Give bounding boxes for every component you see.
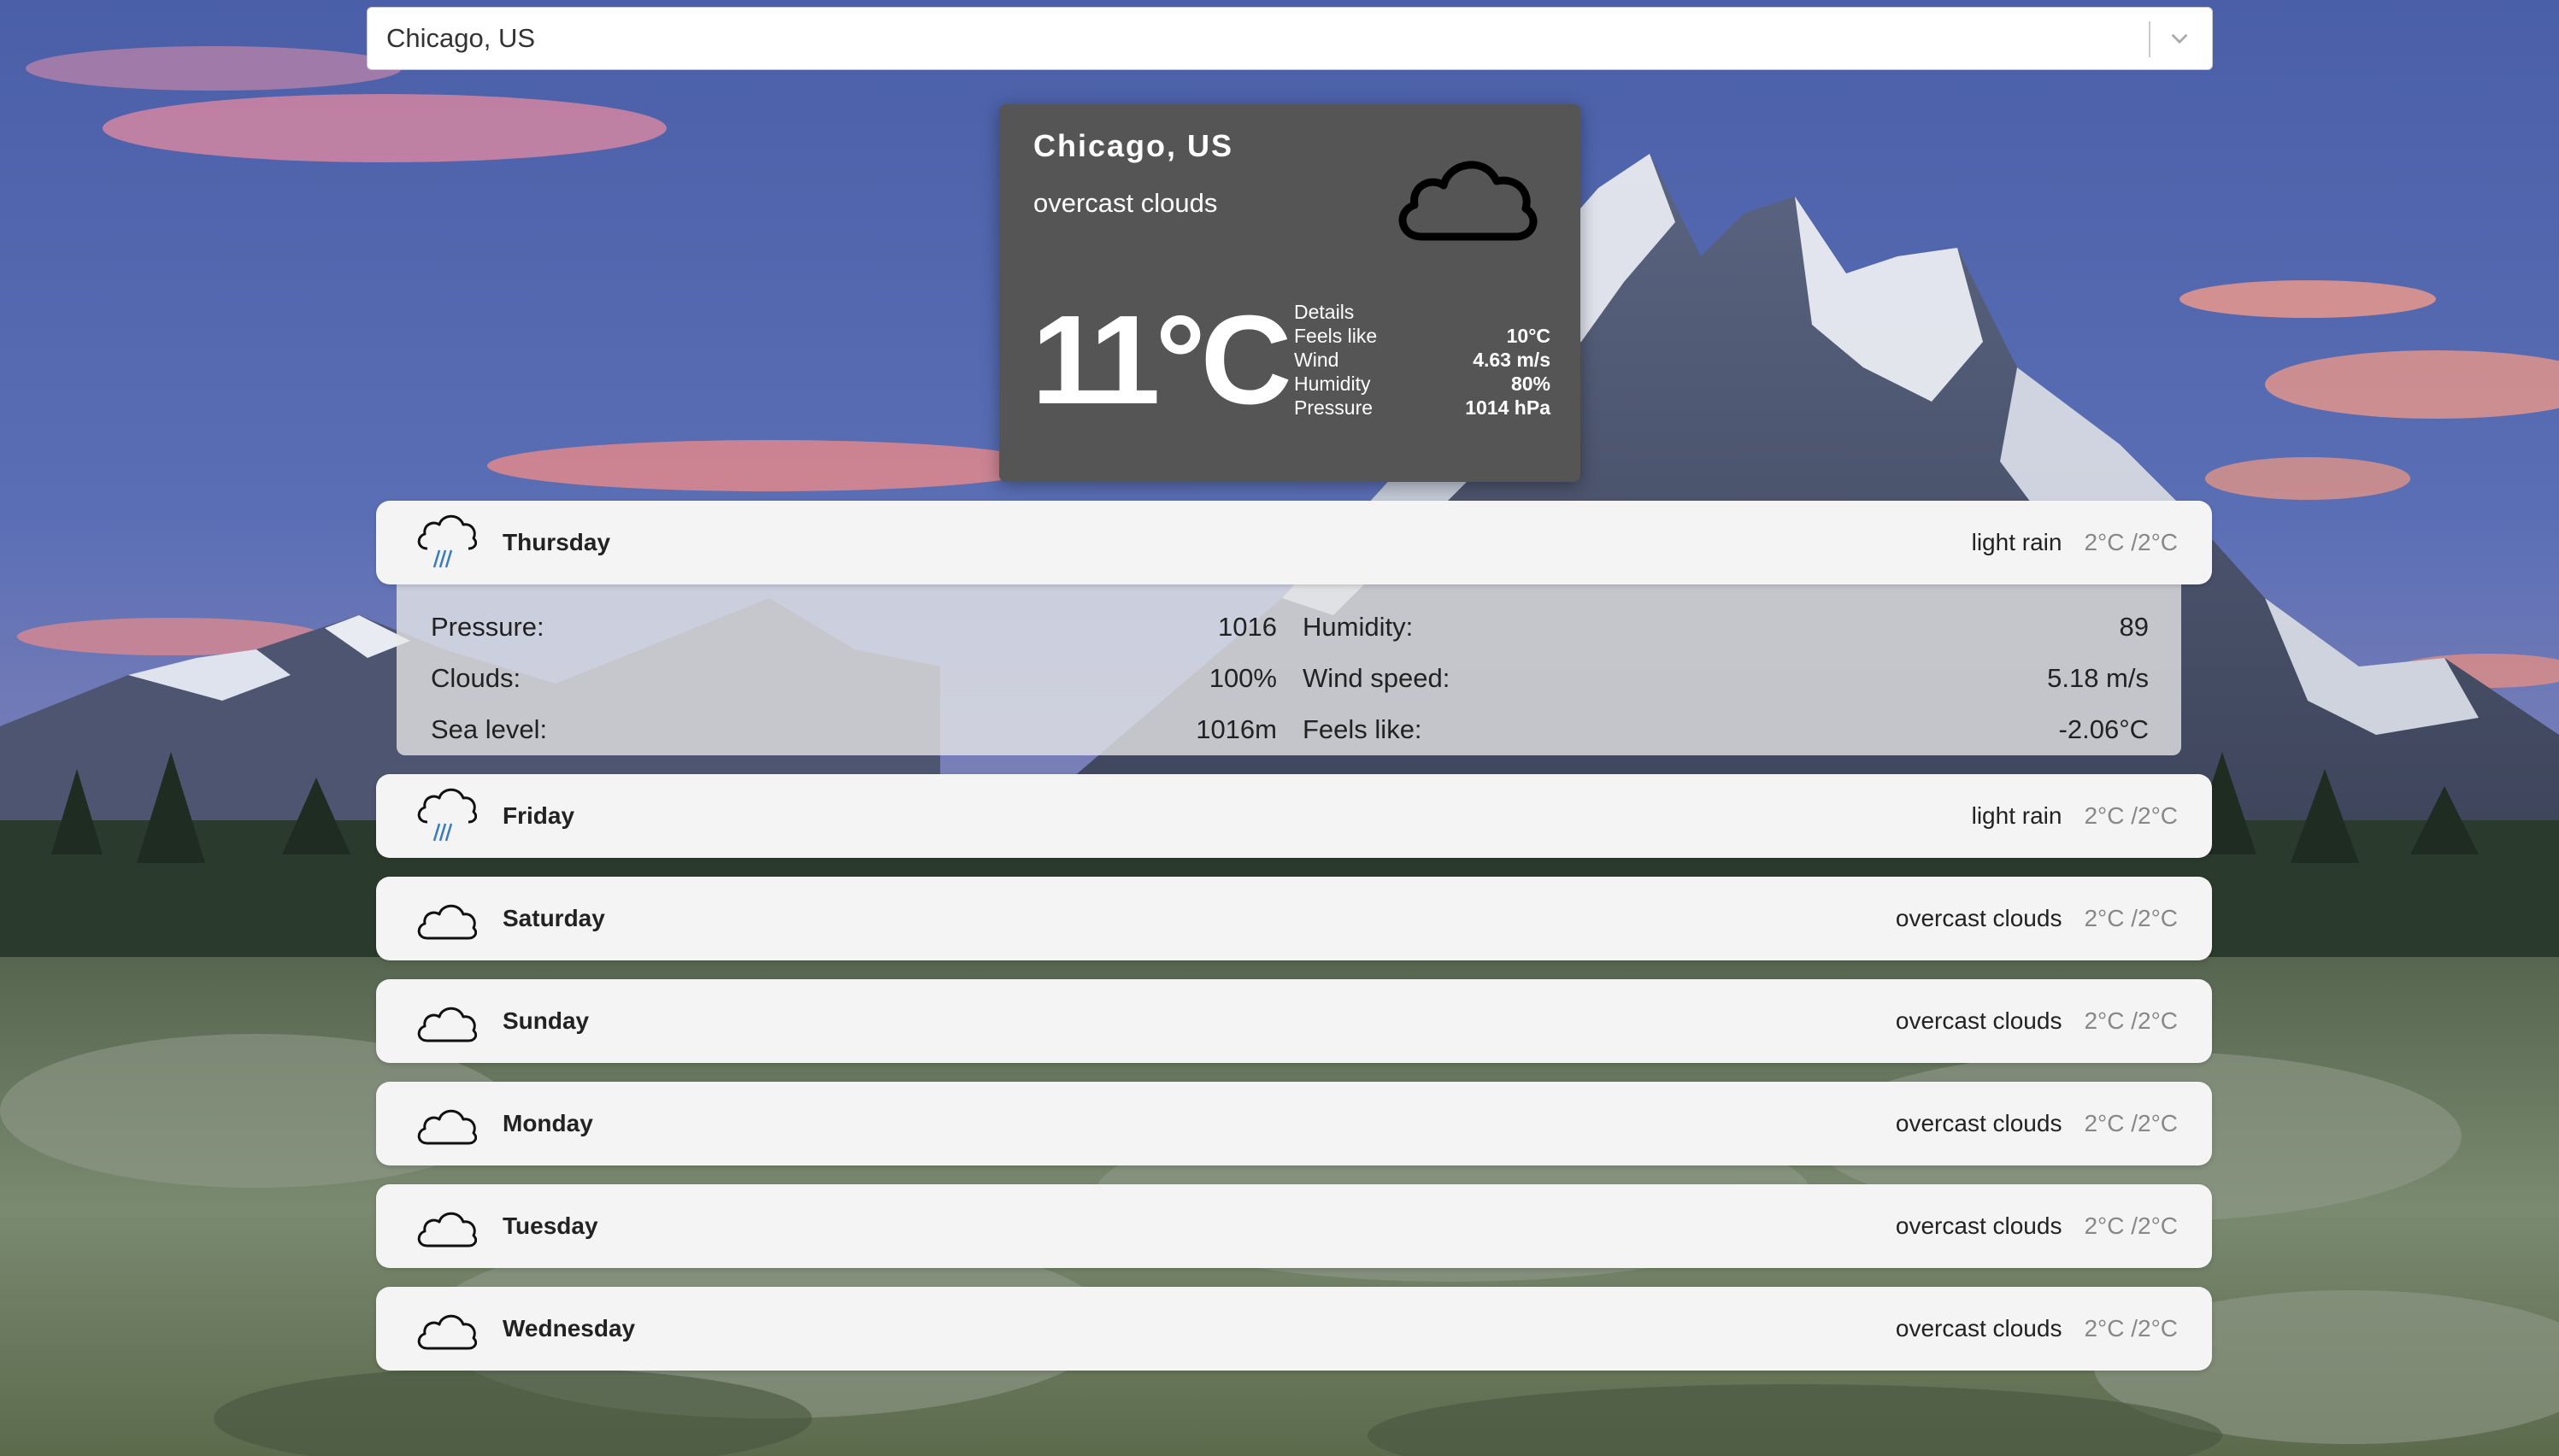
forecast-condition: overcast clouds (1895, 905, 2062, 931)
detail-label: Humidity: (1303, 612, 1414, 642)
rain-cloud-icon (417, 788, 477, 842)
rain-cloud-icon (417, 514, 477, 568)
forecast-day: Saturday (503, 905, 605, 931)
detail-value: 10°C (1506, 325, 1550, 347)
detail-value: 5.18 m/s (2047, 663, 2149, 693)
forecast-detail-pressure: Pressure: 1016 (431, 602, 1277, 653)
cloud-icon (417, 1212, 477, 1248)
detail-label: Humidity (1294, 373, 1371, 395)
forecast-summary: overcast clouds 2°C /2°C (1896, 979, 2178, 1063)
forecast-temp-range: 2°C /2°C (2084, 1007, 2178, 1034)
detail-label: Wind speed: (1303, 663, 1450, 693)
forecast-temp-range: 2°C /2°C (2084, 905, 2178, 931)
details-title: Details (1294, 301, 1355, 323)
cloud-icon (417, 1314, 477, 1350)
current-temperature: 11°C (1032, 290, 1292, 431)
forecast-day: Thursday (503, 529, 611, 555)
detail-label: Wind (1294, 349, 1339, 371)
forecast-day: Monday (503, 1110, 593, 1136)
cloud-icon (417, 1109, 477, 1145)
current-weather-card: Chicago, US overcast clouds 11°C Details… (999, 104, 1580, 482)
current-city: Chicago, US (1033, 128, 1234, 163)
forecast-condition: light rain (1971, 802, 2062, 829)
current-description: overcast clouds (1033, 188, 1218, 218)
forecast-condition: overcast clouds (1895, 1315, 2062, 1342)
forecast-temp-range: 2°C /2°C (2084, 1110, 2178, 1136)
forecast-day: Wednesday (503, 1315, 636, 1342)
forecast-summary: overcast clouds 2°C /2°C (1896, 1287, 2178, 1371)
detail-label: Pressure (1294, 396, 1374, 419)
forecast-row-friday[interactable]: Friday light rain 2°C /2°C (376, 774, 2212, 858)
forecast-summary: overcast clouds 2°C /2°C (1896, 1082, 2178, 1165)
forecast-detail-clouds: Clouds: 100% (431, 653, 1277, 704)
forecast-temp-range: 2°C /2°C (2084, 1212, 2178, 1239)
forecast-row-wednesday[interactable]: Wednesday overcast clouds 2°C /2°C (376, 1287, 2212, 1371)
select-separator (2149, 21, 2150, 57)
detail-value: 100% (1209, 663, 1277, 693)
city-search-select[interactable]: Chicago, US (367, 7, 2213, 70)
forecast-summary: light rain 2°C /2°C (1972, 774, 2178, 858)
forecast-summary: overcast clouds 2°C /2°C (1896, 1184, 2178, 1268)
detail-label: Feels like (1294, 325, 1378, 347)
forecast-row-tuesday[interactable]: Tuesday overcast clouds 2°C /2°C (376, 1184, 2212, 1268)
forecast-row-sunday[interactable]: Sunday overcast clouds 2°C /2°C (376, 979, 2212, 1063)
forecast-condition: light rain (1971, 529, 2062, 555)
forecast-row-saturday[interactable]: Saturday overcast clouds 2°C /2°C (376, 877, 2212, 960)
forecast-detail-feels-like: Feels like: -2.06°C (1303, 704, 2149, 755)
detail-value: 1016 (1218, 612, 1277, 642)
forecast-temp-range: 2°C /2°C (2084, 802, 2178, 829)
forecast-detail-wind-speed: Wind speed: 5.18 m/s (1303, 653, 2149, 704)
forecast-summary: light rain 2°C /2°C (1972, 501, 2178, 584)
current-details: Details Feels like 10°C Wind 4.63 m/s Hu… (1294, 300, 1550, 420)
forecast-temp-range: 2°C /2°C (2084, 529, 2178, 555)
detail-feels-like: Feels like 10°C (1294, 324, 1550, 348)
forecast-row-monday[interactable]: Monday overcast clouds 2°C /2°C (376, 1082, 2212, 1165)
forecast-temp-range: 2°C /2°C (2084, 1315, 2178, 1342)
forecast-detail-humidity: Humidity: 89 (1303, 602, 2149, 653)
forecast-condition: overcast clouds (1895, 1007, 2062, 1034)
forecast-detail-sea-level: Sea level: 1016m (431, 704, 1277, 755)
detail-label: Clouds: (431, 663, 521, 693)
detail-label: Sea level: (431, 714, 548, 744)
detail-pressure: Pressure 1014 hPa (1294, 396, 1550, 420)
detail-humidity: Humidity 80% (1294, 372, 1550, 396)
detail-wind: Wind 4.63 m/s (1294, 348, 1550, 372)
forecast-summary: overcast clouds 2°C /2°C (1896, 877, 2178, 960)
detail-value: 1016m (1196, 714, 1277, 744)
cloud-icon (417, 1007, 477, 1042)
chevron-down-icon[interactable] (2168, 26, 2191, 50)
detail-value: 89 (2119, 612, 2149, 642)
forecast-day: Tuesday (503, 1212, 598, 1239)
detail-value: -2.06°C (2058, 714, 2149, 744)
detail-label: Feels like: (1303, 714, 1422, 744)
forecast-row-thursday[interactable]: Thursday light rain 2°C /2°C (376, 501, 2212, 584)
detail-value: 1014 hPa (1465, 396, 1550, 419)
detail-label: Pressure: (431, 612, 544, 642)
forecast-details-panel: Pressure: 1016 Humidity: 89 Clouds: 100%… (397, 584, 2181, 755)
cloud-icon (1398, 161, 1538, 241)
cloud-icon (417, 904, 477, 940)
forecast-condition: overcast clouds (1895, 1110, 2062, 1136)
city-search-value: Chicago, US (386, 23, 536, 53)
forecast-day: Friday (503, 802, 575, 829)
forecast-day: Sunday (503, 1007, 590, 1034)
forecast-condition: overcast clouds (1895, 1212, 2062, 1239)
detail-value: 4.63 m/s (1473, 349, 1550, 371)
detail-value: 80% (1510, 373, 1550, 395)
